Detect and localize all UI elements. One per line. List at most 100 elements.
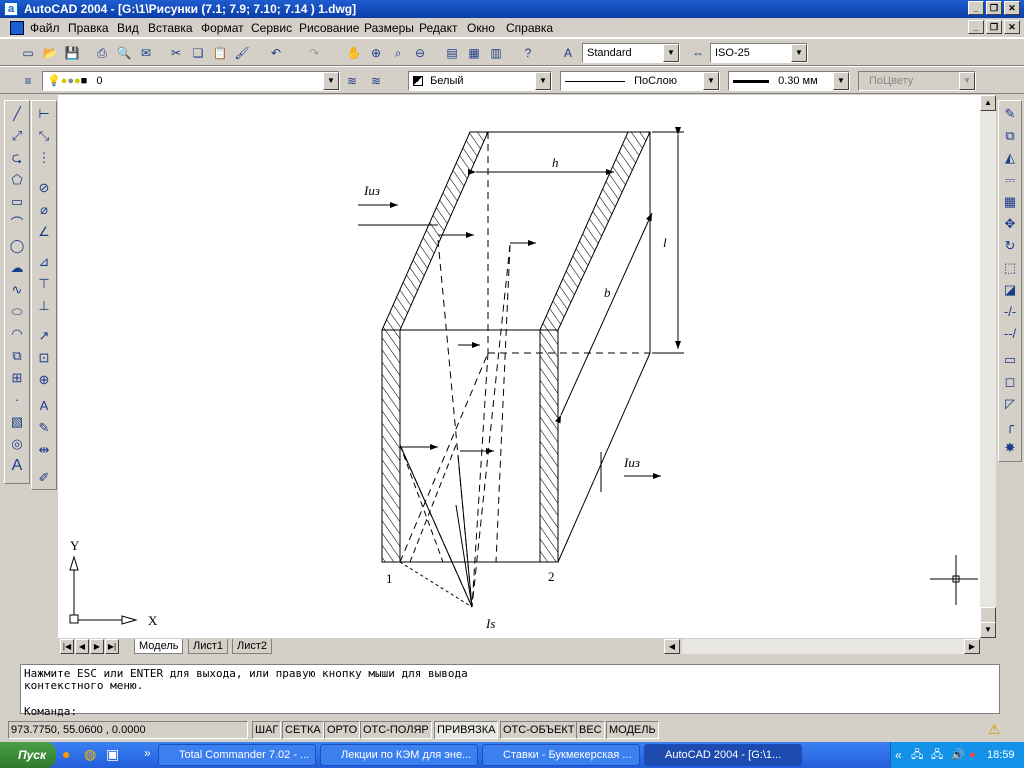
layer-manager-icon[interactable]: ≡ xyxy=(18,71,38,91)
aligned-dimension-icon[interactable]: ⤡ xyxy=(33,125,55,147)
communication-center-icon[interactable]: ⚠ xyxy=(988,721,1001,738)
plate-1-front[interactable] xyxy=(381,329,401,563)
break-at-point-icon[interactable]: ▭ xyxy=(999,349,1021,371)
otrack-toggle[interactable]: ОТС-ОБЪЕКТ xyxy=(500,721,578,739)
menu-modify[interactable]: Редакт xyxy=(419,21,457,35)
arc-icon[interactable]: ⌒ xyxy=(6,213,28,235)
tool-palettes-icon[interactable]: ▥ xyxy=(486,43,506,63)
autocad-app-icon[interactable]: a xyxy=(4,2,18,16)
drawing-canvas[interactable]: Iиз Iиз h l b Is 1 2 Y X xyxy=(58,95,980,638)
task-lectures[interactable]: Лекции по КЭМ для эне... xyxy=(320,744,478,766)
chevron-down-icon[interactable]: ▼ xyxy=(791,44,807,62)
move-icon[interactable]: ✥ xyxy=(999,213,1021,235)
doc-restore-button[interactable]: ❐ xyxy=(986,20,1002,34)
horizontal-scrollbar[interactable] xyxy=(682,639,964,654)
dimension-edit-icon[interactable]: A xyxy=(33,395,55,417)
menu-insert[interactable]: Вставка xyxy=(148,21,193,35)
text-style-select[interactable]: Standard ▼ xyxy=(582,43,680,63)
region-icon[interactable]: ◎ xyxy=(6,433,28,455)
vertical-scrollbar[interactable]: ▲ ▼ xyxy=(980,95,996,638)
ordinate-dimension-icon[interactable]: ⋮ xyxy=(33,147,55,169)
match-properties-icon[interactable]: 🖌 xyxy=(232,43,252,63)
dimension-style-icon[interactable]: ✐ xyxy=(33,467,55,489)
snap-toggle[interactable]: ШАГ xyxy=(252,721,282,739)
tab-model[interactable]: Модель xyxy=(134,639,184,654)
mirror-icon[interactable]: ◭ xyxy=(999,147,1021,169)
next-tab-icon[interactable]: ▶ xyxy=(90,639,104,654)
scroll-up-icon[interactable]: ▲ xyxy=(980,95,996,111)
erase-icon[interactable]: ✎ xyxy=(999,103,1021,125)
task-autocad[interactable]: AutoCAD 2004 - [G:\1... xyxy=(644,744,802,766)
save-icon[interactable]: 💾 xyxy=(62,43,82,63)
polar-toggle[interactable]: ОТС-ПОЛЯР xyxy=(360,721,432,739)
pan-icon[interactable]: ✋ xyxy=(344,43,364,63)
construction-line-icon[interactable]: ⤢ xyxy=(6,125,28,147)
chamfer-icon[interactable]: ◸ xyxy=(999,393,1021,415)
zoom-realtime-icon[interactable]: ⊕ xyxy=(366,43,386,63)
help-icon[interactable]: ? xyxy=(518,43,538,63)
continue-dimension-icon[interactable]: ⊥ xyxy=(33,295,55,317)
clock[interactable]: 18:59 xyxy=(987,742,1015,768)
array-icon[interactable]: ▦ xyxy=(999,191,1021,213)
fillet-icon[interactable]: ╭ xyxy=(999,415,1021,437)
grid-toggle[interactable]: СЕТКА xyxy=(282,721,324,739)
properties-icon[interactable]: ▤ xyxy=(442,43,462,63)
insert-block-icon[interactable]: ⧉ xyxy=(6,345,28,367)
radius-dimension-icon[interactable]: ⊘ xyxy=(33,177,55,199)
trim-icon[interactable]: -/- xyxy=(999,301,1021,323)
document-icon[interactable] xyxy=(10,21,24,35)
doc-minimize-button[interactable]: _ xyxy=(968,20,984,34)
quick-dimension-icon[interactable]: ⊿ xyxy=(33,251,55,273)
close-button[interactable]: ✕ xyxy=(1004,1,1020,15)
angular-dimension-icon[interactable]: ∠ xyxy=(33,221,55,243)
multiline-text-icon[interactable]: A xyxy=(6,455,28,477)
baseline-dimension-icon[interactable]: ⊤ xyxy=(33,273,55,295)
scroll-left-icon[interactable]: ◀ xyxy=(664,639,680,654)
menu-view[interactable]: Вид xyxy=(117,21,139,35)
menu-dimension[interactable]: Размеры xyxy=(364,21,414,35)
polygon-icon[interactable]: ⬠ xyxy=(6,169,28,191)
undo-icon[interactable]: ↶ xyxy=(266,43,286,63)
minimize-button[interactable]: _ xyxy=(968,1,984,15)
color-select[interactable]: Белый ▼ xyxy=(408,71,552,91)
menu-draw[interactable]: Рисование xyxy=(299,21,359,35)
more-quicklaunch-icon[interactable]: » xyxy=(144,746,151,760)
restore-button[interactable]: ❐ xyxy=(986,1,1002,15)
command-window[interactable]: Нажмите ESC или ENTER для выхода, или пр… xyxy=(20,664,1000,718)
menu-format[interactable]: Формат xyxy=(201,21,244,35)
spline-icon[interactable]: ∿ xyxy=(6,279,28,301)
chevron-down-icon[interactable]: ▼ xyxy=(535,72,551,90)
menu-help[interactable]: Справка xyxy=(506,21,553,35)
ortho-toggle[interactable]: ОРТО xyxy=(324,721,361,739)
rotate-icon[interactable]: ↻ xyxy=(999,235,1021,257)
osnap-toggle[interactable]: ПРИВЯЗКА xyxy=(434,721,499,739)
chevron-down-icon[interactable]: ▼ xyxy=(703,72,719,90)
tab-layout1[interactable]: Лист1 xyxy=(188,639,229,654)
menu-edit[interactable]: Правка xyxy=(68,21,109,35)
scroll-down-icon[interactable]: ▼ xyxy=(980,622,996,638)
paste-icon[interactable]: 📋 xyxy=(210,43,230,63)
model-toggle[interactable]: МОДЕЛЬ xyxy=(606,721,659,739)
last-tab-icon[interactable]: ▶| xyxy=(105,639,119,654)
design-center-icon[interactable]: ▦ xyxy=(464,43,484,63)
scroll-thumb[interactable] xyxy=(980,607,996,623)
redo-icon[interactable]: ↷ xyxy=(304,43,324,63)
tray-expand-icon[interactable]: « xyxy=(895,742,902,768)
break-icon[interactable]: ◻ xyxy=(999,371,1021,393)
circle-icon[interactable]: ◯ xyxy=(6,235,28,257)
dim-style-icon[interactable]: ⇔ xyxy=(688,43,708,63)
cut-icon[interactable]: ✂ xyxy=(166,43,186,63)
prev-tab-icon[interactable]: ◀ xyxy=(75,639,89,654)
linetype-select[interactable]: ПоСлою ▼ xyxy=(560,71,720,91)
center-mark-icon[interactable]: ⊕ xyxy=(33,369,55,391)
tolerance-icon[interactable]: ⊡ xyxy=(33,347,55,369)
task-total-commander[interactable]: Total Commander 7.02 - ... xyxy=(158,744,316,766)
hatch-icon[interactable]: ▧ xyxy=(6,411,28,433)
floppy-icon[interactable]: ▣ xyxy=(106,746,119,763)
speaker-icon[interactable]: 🔊 xyxy=(951,742,965,768)
scale-icon[interactable]: ⬚ xyxy=(999,257,1021,279)
explode-icon[interactable]: ✸ xyxy=(999,437,1021,459)
plate-1-top[interactable] xyxy=(381,131,489,331)
network-icon[interactable]: 🖧 xyxy=(911,742,923,768)
ellipse-arc-icon[interactable]: ◠ xyxy=(6,323,28,345)
